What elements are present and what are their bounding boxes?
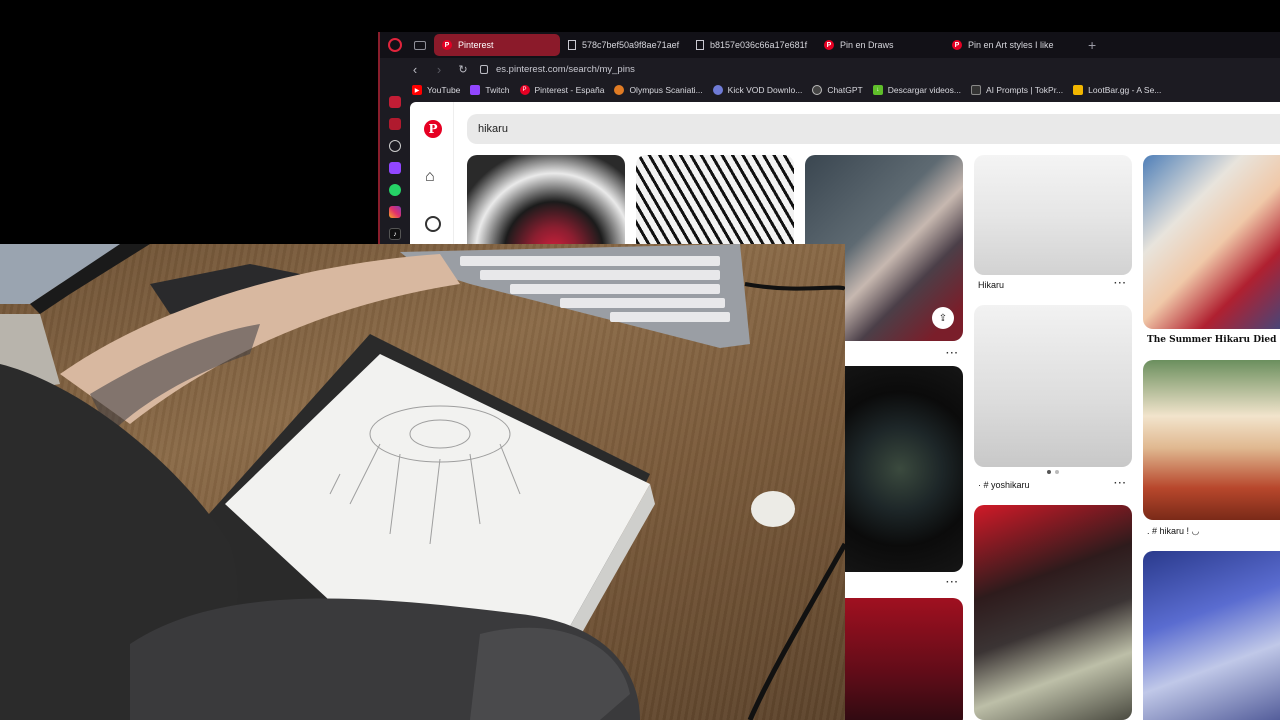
bookmark-label: LootBar.gg - A Se...	[1088, 85, 1162, 95]
pen-cable	[747, 542, 845, 720]
bookmark-lootbar[interactable]: LootBar.gg - A Se...	[1073, 85, 1161, 95]
explore-icon[interactable]	[425, 216, 441, 232]
tiktok-icon[interactable]: ♪	[389, 228, 401, 240]
tab-label: Pin en Art styles I like	[968, 40, 1054, 50]
download-icon: ↓	[872, 85, 883, 95]
search-input[interactable]: hikaru	[467, 114, 1280, 144]
bookmark-chatgpt[interactable]: ChatGPT	[812, 85, 863, 95]
more-options-button[interactable]: ···	[946, 348, 959, 359]
pinterest-icon: P	[519, 85, 530, 95]
pin-caption: Hikaru	[978, 280, 1005, 290]
opera-logo-icon[interactable]	[388, 38, 402, 52]
more-options-button[interactable]: ···	[946, 577, 959, 588]
document-icon	[696, 40, 704, 50]
bookmark-youtube[interactable]: ▶ YouTube	[412, 85, 460, 95]
webcam-scene	[0, 244, 845, 720]
pin-caption: . # hikaru ! ◡	[1147, 526, 1200, 536]
pin-image-blue-portrait[interactable]	[1143, 551, 1280, 720]
back-icon[interactable]: ‹	[410, 62, 420, 77]
eraser	[751, 491, 795, 527]
pinterest-icon: P	[824, 40, 834, 50]
url-field[interactable]: es.pinterest.com/search/my_pins	[496, 64, 635, 75]
pinterest-icon: P	[442, 40, 452, 50]
home-icon[interactable]: ⌂	[425, 168, 435, 186]
pin-image-yoshikaru[interactable]	[974, 305, 1132, 467]
bookmarks-bar: ▶ YouTube Twitch P Pinterest - España Ol…	[380, 80, 1280, 100]
pin-caption: · # yoshikaru	[978, 480, 1030, 490]
tab-pinterest[interactable]: P Pinterest	[434, 34, 560, 56]
kick-icon	[712, 85, 723, 95]
new-tab-button[interactable]: +	[1088, 37, 1096, 53]
pinboard-icon[interactable]	[389, 96, 401, 108]
pin-image-red-embrace[interactable]	[974, 505, 1132, 720]
chatgpt-icon[interactable]	[389, 140, 401, 152]
pinterest-icon: P	[952, 40, 962, 50]
microphone-clamp	[470, 627, 630, 720]
bookmark-label: Pinterest - España	[534, 85, 605, 95]
bookmark-kick-vod[interactable]: Kick VOD Downlo...	[712, 85, 803, 95]
tab-label: Pinterest	[458, 40, 494, 50]
messenger-icon[interactable]	[389, 118, 401, 130]
address-bar: ‹ › ↻ es.pinterest.com/search/my_pins	[380, 58, 1280, 80]
bookmark-descargar[interactable]: ↓ Descargar videos...	[872, 85, 961, 95]
pinterest-logo-icon[interactable]: P	[424, 120, 442, 138]
whatsapp-icon[interactable]	[389, 184, 401, 196]
reload-icon[interactable]: ↻	[458, 63, 468, 76]
bookmark-twitch[interactable]: Twitch	[470, 85, 510, 95]
tab-islands-icon[interactable]	[414, 40, 426, 50]
document-icon	[568, 40, 576, 50]
bookmark-label: Kick VOD Downlo...	[727, 85, 803, 95]
tab-pin-draws[interactable]: P Pin en Draws	[816, 34, 944, 56]
tab-label: 578c7bef50a9f8ae71aef	[582, 40, 680, 50]
webcam-overlay	[0, 244, 845, 720]
pin-image-hikaru-smile[interactable]	[974, 155, 1132, 275]
share-icon: ⇪	[938, 312, 948, 324]
instagram-icon[interactable]	[389, 206, 401, 218]
tokprompts-icon	[970, 85, 981, 95]
tab-bar: P Pinterest 578c7bef50a9f8ae71aef b8157e…	[380, 32, 1280, 58]
bookmark-pinterest[interactable]: P Pinterest - España	[519, 85, 605, 95]
forward-icon[interactable]: ›	[434, 62, 444, 77]
chatgpt-icon	[812, 85, 823, 95]
pin-image-summer-hikaru[interactable]	[1143, 155, 1280, 329]
olympus-icon	[614, 85, 625, 95]
carousel-dots	[1047, 470, 1059, 474]
pin-caption: The Summer Hikaru Died	[1147, 335, 1277, 345]
tab-image-2[interactable]: b8157e036c66a17e681f	[688, 34, 816, 56]
bookmark-label: Descargar videos...	[887, 85, 961, 95]
lock-icon	[480, 64, 488, 74]
more-options-button[interactable]: ···	[1114, 478, 1127, 489]
bookmark-label: Twitch	[485, 85, 510, 95]
tab-label: b8157e036c66a17e681f	[710, 40, 808, 50]
bookmark-olympus[interactable]: Olympus Scaniati...	[614, 85, 703, 95]
youtube-icon: ▶	[412, 85, 422, 95]
more-options-button[interactable]: ···	[1114, 278, 1127, 289]
bookmark-label: Olympus Scaniati...	[629, 85, 703, 95]
twitch-icon	[470, 85, 481, 95]
bookmark-ai-prompts[interactable]: AI Prompts | TokPr...	[970, 85, 1064, 95]
cable	[744, 282, 845, 291]
tab-label: Pin en Draws	[840, 40, 894, 50]
bookmark-label: YouTube	[427, 85, 461, 95]
tab-image-1[interactable]: 578c7bef50a9f8ae71aef	[560, 34, 688, 56]
share-button[interactable]: ⇪	[932, 307, 954, 329]
bookmark-label: AI Prompts | TokPr...	[985, 85, 1064, 95]
twitch-icon[interactable]	[389, 162, 401, 174]
pin-image-hikaru-hoodie[interactable]	[1143, 360, 1280, 520]
lootbar-icon	[1073, 85, 1084, 95]
bookmark-label: ChatGPT	[827, 85, 863, 95]
tab-pin-art-styles[interactable]: P Pin en Art styles I like	[944, 34, 1072, 56]
